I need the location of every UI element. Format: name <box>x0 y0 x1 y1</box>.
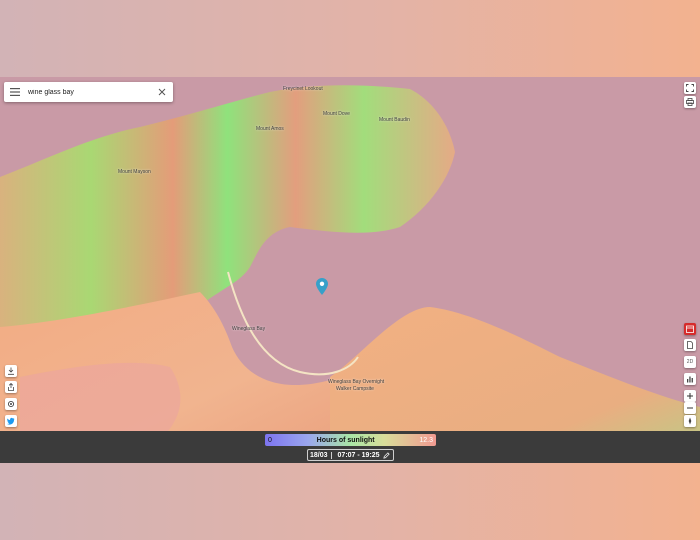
map-label-wineglass-bay: Wineglass Bay <box>232 326 266 332</box>
map-label-campsite-line1: Wineglass Bay Overnight <box>328 379 385 385</box>
print-button[interactable] <box>684 96 696 108</box>
twitter-icon <box>7 417 15 425</box>
calendar-button[interactable] <box>684 323 696 335</box>
zoom-in-button[interactable] <box>684 390 696 402</box>
map-label-campsite-line2: Walker Campsite <box>336 386 374 392</box>
search-input[interactable] <box>28 88 158 96</box>
map-label-mount-dove: Mount Dove <box>323 111 350 117</box>
map-viewport[interactable]: Freycinet Lookout Mount Amos Mount Dove … <box>0 77 700 463</box>
search-bar[interactable] <box>4 82 173 102</box>
pencil-icon[interactable] <box>382 451 390 459</box>
twitter-button[interactable] <box>5 415 17 427</box>
document-icon <box>687 341 693 349</box>
document-button[interactable] <box>684 339 696 351</box>
fullscreen-button[interactable] <box>684 82 696 94</box>
download-button[interactable] <box>5 365 17 377</box>
fullscreen-icon <box>686 84 694 92</box>
share-icon <box>8 383 14 391</box>
zoom-out-button[interactable] <box>684 402 696 414</box>
zoom-in-icon <box>687 393 693 399</box>
sunlight-legend: 0 Hours of sunlight 12.3 <box>265 434 436 446</box>
2d-label: 2D <box>686 359 694 365</box>
location-pin-icon[interactable] <box>316 278 328 295</box>
calendar-icon <box>686 325 694 333</box>
legend-min: 0 <box>268 436 272 444</box>
chart-button[interactable] <box>684 373 696 385</box>
bottom-bar: 0 Hours of sunlight 12.3 18/03 07:07 - 1… <box>0 431 700 463</box>
close-icon[interactable] <box>158 88 166 96</box>
date-value[interactable]: 18/03 <box>310 451 332 459</box>
compass-button[interactable] <box>684 415 696 427</box>
menu-icon[interactable] <box>10 88 20 96</box>
settings-icon <box>7 400 15 408</box>
date-time-selector[interactable]: 18/03 07:07 - 19:25 <box>307 449 394 461</box>
zoom-out-icon <box>687 407 693 409</box>
map-label-mount-baudin: Mount Baudin <box>379 117 410 123</box>
2d-toggle-button[interactable]: 2D <box>684 356 696 368</box>
shadow-map[interactable] <box>0 77 700 463</box>
legend-max: 12.3 <box>419 436 433 444</box>
compass-icon <box>688 417 692 425</box>
chart-icon <box>687 376 693 383</box>
legend-title: Hours of sunlight <box>316 436 375 444</box>
time-range[interactable]: 07:07 - 19:25 <box>338 452 380 459</box>
map-label-mount-mayson: Mount Mayson <box>118 169 151 175</box>
share-button[interactable] <box>5 381 17 393</box>
print-icon <box>686 98 694 106</box>
map-label-freycinet-lookout: Freycinet Lookout <box>283 86 323 92</box>
download-icon <box>8 367 14 375</box>
settings-button[interactable] <box>5 398 17 410</box>
map-label-mount-amos: Mount Amos <box>256 126 284 132</box>
